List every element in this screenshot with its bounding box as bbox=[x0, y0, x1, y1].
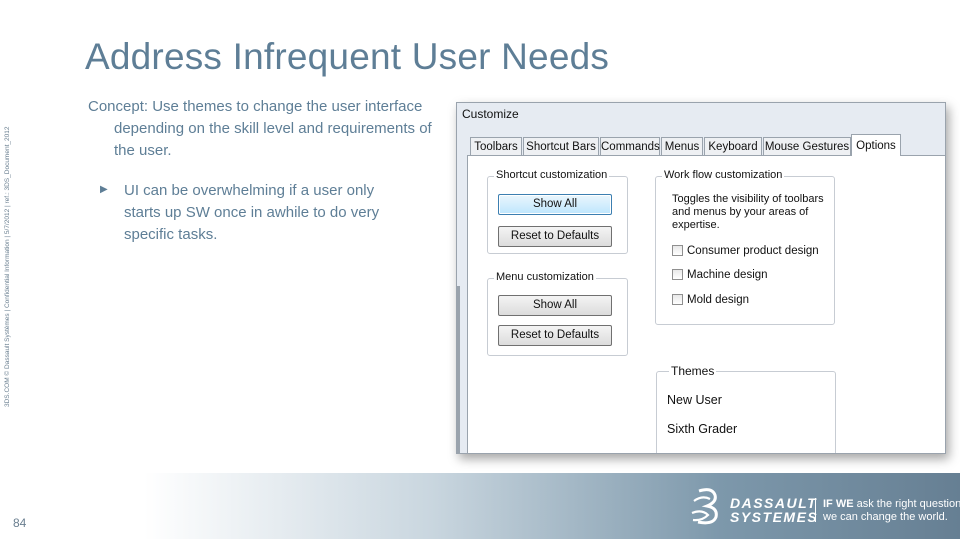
footer-divider bbox=[815, 498, 816, 522]
confidential-side-text: 3DS.COM © Dassault Systèmes | Confidenti… bbox=[4, 126, 11, 407]
menu-customization-legend: Menu customization bbox=[494, 271, 596, 283]
machine-design-checkbox[interactable] bbox=[672, 269, 683, 280]
mold-design-label: Mold design bbox=[687, 294, 750, 306]
bullet-line-1: UI can be overwhelming if a user only bbox=[124, 182, 375, 199]
consumer-product-design-checkbox[interactable] bbox=[672, 245, 683, 256]
slogan-line-2: we can change the world. bbox=[823, 511, 948, 523]
shortcut-reset-defaults-button[interactable]: Reset to Defaults bbox=[498, 226, 612, 247]
menu-reset-defaults-button[interactable]: Reset to Defaults bbox=[498, 325, 612, 346]
workflow-description-line-1: Toggles the visibility of toolbars bbox=[672, 193, 824, 205]
concept-line-1: Concept: Use themes to change the user i… bbox=[88, 98, 423, 115]
slide-title: Address Infrequent User Needs bbox=[85, 36, 610, 77]
mold-design-checkbox[interactable] bbox=[672, 294, 683, 305]
tab-options[interactable]: Options bbox=[851, 134, 901, 156]
tab-menus[interactable]: Menus bbox=[661, 137, 703, 155]
page-number: 84 bbox=[13, 516, 27, 530]
concept-paragraph: Concept: Use themes to change the user i… bbox=[88, 96, 448, 162]
theme-sixth-grader[interactable]: Sixth Grader bbox=[667, 422, 737, 436]
slogan-line-1: IF WE ask the right questions bbox=[823, 498, 960, 510]
themes-group: Themes New User Sixth Grader bbox=[656, 364, 836, 453]
tab-commands[interactable]: Commands bbox=[600, 137, 660, 155]
mold-design-option[interactable]: Mold design bbox=[672, 293, 749, 307]
shortcut-customization-legend: Shortcut customization bbox=[494, 169, 610, 181]
concept-line-3: the user. bbox=[114, 142, 172, 159]
consumer-product-design-option[interactable]: Consumer product design bbox=[672, 244, 819, 258]
workflow-customization-group: Work flow customization Toggles the visi… bbox=[655, 169, 835, 325]
machine-design-label: Machine design bbox=[687, 269, 768, 281]
bullet-point: ▶ UI can be overwhelming if a user only … bbox=[100, 180, 400, 246]
brand-name-line-2: SYSTEMES bbox=[730, 509, 819, 525]
tab-mouse-gestures[interactable]: Mouse Gestures bbox=[763, 137, 851, 155]
theme-new-user[interactable]: New User bbox=[667, 393, 722, 407]
menu-show-all-button[interactable]: Show All bbox=[498, 295, 612, 316]
shortcut-customization-group: Shortcut customization Show All Reset to… bbox=[487, 169, 628, 254]
dialog-left-edge bbox=[457, 286, 460, 453]
bullet-line-3: specific tasks. bbox=[124, 226, 218, 243]
machine-design-option[interactable]: Machine design bbox=[672, 268, 768, 282]
bullet-line-2: starts up SW once in awhile to do very bbox=[124, 204, 380, 221]
tab-toolbars[interactable]: Toolbars bbox=[470, 137, 522, 155]
workflow-description-line-2: and menus by your areas of bbox=[672, 206, 809, 218]
dassault-logo-icon bbox=[691, 488, 718, 525]
workflow-description-line-3: expertise. bbox=[672, 219, 720, 231]
customize-dialog: Customize Toolbars Shortcut Bars Command… bbox=[456, 102, 946, 454]
slogan-bold: IF WE bbox=[823, 498, 854, 510]
dialog-title: Customize bbox=[462, 107, 519, 121]
workflow-description: Toggles the visibility of toolbars and m… bbox=[672, 193, 832, 232]
concept-line-2: depending on the skill level and require… bbox=[114, 120, 432, 137]
options-tab-panel: Shortcut customization Show All Reset to… bbox=[467, 155, 945, 453]
consumer-product-design-label: Consumer product design bbox=[687, 245, 819, 257]
menu-customization-group: Menu customization Show All Reset to Def… bbox=[487, 271, 628, 356]
bullet-triangle-icon: ▶ bbox=[100, 184, 108, 195]
shortcut-show-all-button[interactable]: Show All bbox=[498, 194, 612, 215]
workflow-customization-legend: Work flow customization bbox=[662, 169, 785, 181]
themes-legend: Themes bbox=[669, 364, 717, 378]
slogan-line-1-rest: ask the right questions bbox=[853, 498, 960, 510]
tab-keyboard[interactable]: Keyboard bbox=[704, 137, 762, 155]
tab-shortcut-bars[interactable]: Shortcut Bars bbox=[523, 137, 599, 155]
